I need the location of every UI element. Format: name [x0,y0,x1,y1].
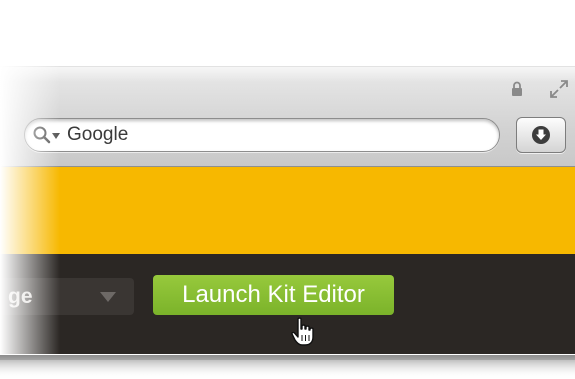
kit-select-value: ge [8,285,33,308]
kit-select[interactable]: ge [0,278,134,315]
editor-nav-bar: ge Launch Kit Editor [0,254,575,354]
web-page: ge Launch Kit Editor [0,167,575,379]
download-arrow-icon [532,126,550,144]
search-input[interactable]: Google [24,118,500,152]
browser-window: Google ge Launch Kit Editor [0,66,575,379]
bottom-fade-overlay [0,360,575,379]
chevron-down-icon[interactable] [52,133,60,139]
browser-toolbar: Google [0,66,575,167]
fullscreen-icon[interactable] [548,78,570,100]
header-banner [0,167,575,254]
hand-pointer-icon [291,317,314,346]
downloads-button[interactable] [516,117,566,153]
search-engine-label: Google [67,124,129,145]
magnifier-icon[interactable] [32,125,52,145]
launch-kit-editor-button[interactable]: Launch Kit Editor [153,275,394,315]
lock-icon[interactable] [511,81,523,97]
chevron-down-icon [100,292,116,302]
